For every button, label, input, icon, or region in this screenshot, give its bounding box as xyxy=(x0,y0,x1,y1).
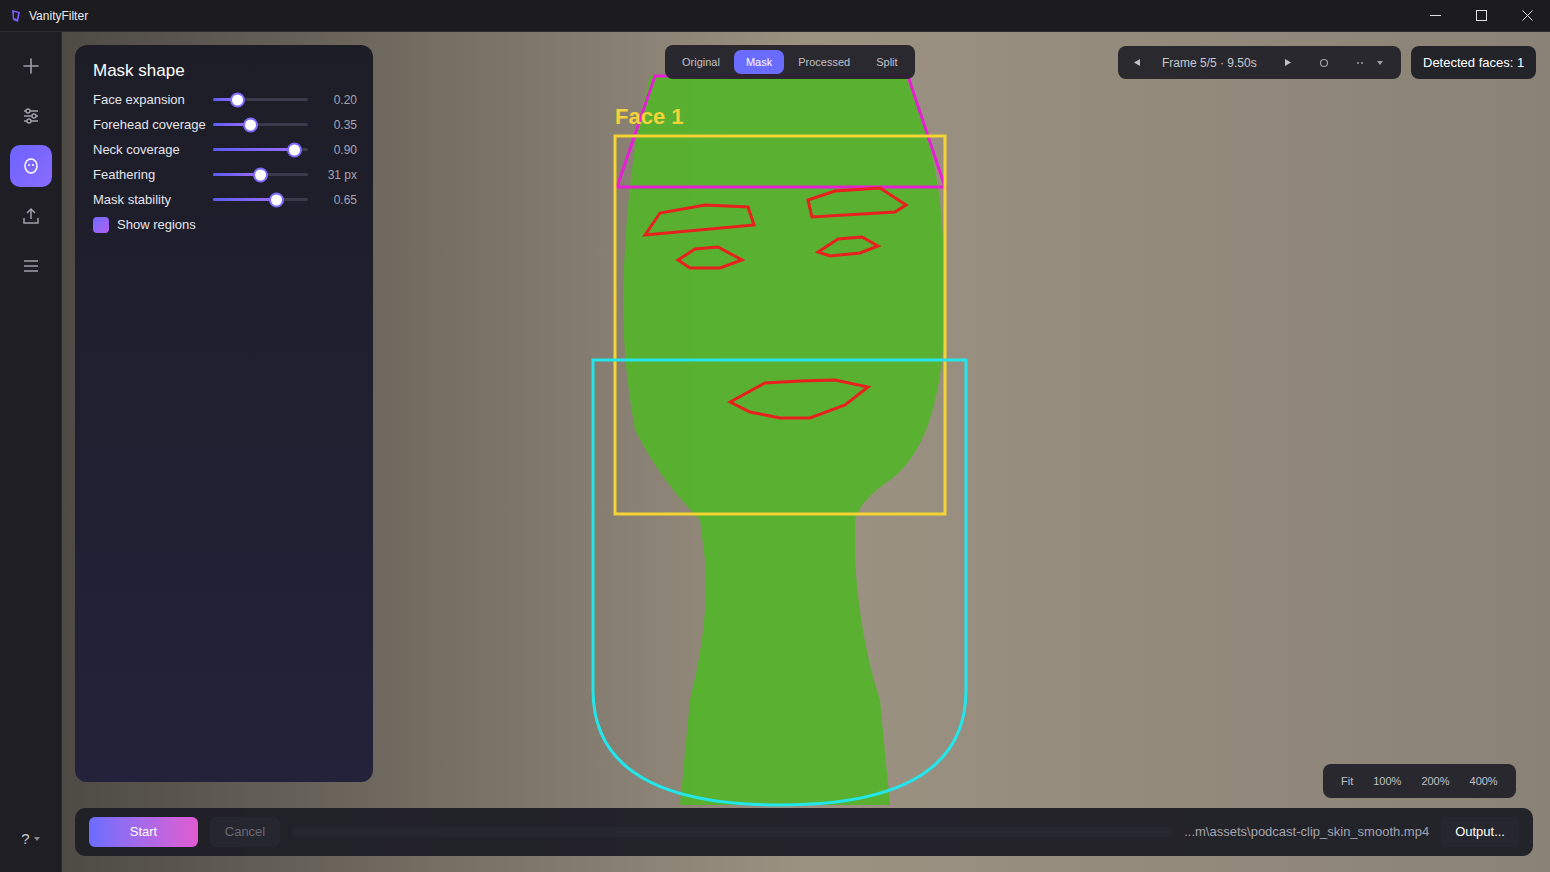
help-label[interactable]: ? xyxy=(21,828,29,851)
minimize-icon[interactable] xyxy=(1412,0,1458,31)
view-tab[interactable]: Split xyxy=(864,50,909,74)
view-tab[interactable]: Mask xyxy=(734,50,784,74)
rail-item[interactable] xyxy=(10,245,52,287)
slider-track[interactable] xyxy=(213,148,308,151)
maximize-icon[interactable] xyxy=(1458,0,1504,31)
close-icon[interactable] xyxy=(1504,0,1550,31)
region-outline xyxy=(730,380,868,418)
zoom-bar: Fit100%200%400% xyxy=(1323,764,1516,798)
sliders-icon xyxy=(20,105,42,127)
slider-reading: 0.65 xyxy=(334,191,357,209)
loop-icon[interactable] xyxy=(1319,58,1329,68)
cancel-button[interactable]: Cancel xyxy=(210,817,280,847)
window-title: VanityFilter xyxy=(29,7,88,25)
region-outline xyxy=(645,205,754,235)
face-label: Face 1 xyxy=(615,104,684,130)
slider-knob[interactable] xyxy=(253,167,268,182)
slider-fill xyxy=(213,198,276,201)
video-frame: Face 1 Mask shape Face expansion 0.20 Forehe… xyxy=(62,32,1550,872)
zoom-button[interactable]: Fit xyxy=(1333,769,1361,793)
slider-knob[interactable] xyxy=(287,142,302,157)
bottom-bar: Start Cancel ...m\assets\podcast-clip_skin… xyxy=(75,808,1533,856)
slider-knob[interactable] xyxy=(269,192,284,207)
main-area: ? Face 1 Mask shape Face expansion 0.20 Foreh… xyxy=(0,32,1550,872)
caret-icon xyxy=(34,837,40,841)
show-regions-label[interactable]: Show regions xyxy=(117,215,196,235)
show-regions-row[interactable]: Show regions xyxy=(93,212,357,238)
rail-item[interactable] xyxy=(10,145,52,187)
view-tabs: OriginalMaskProcessedSplit xyxy=(665,45,915,79)
window-controls xyxy=(1412,0,1550,31)
detected-faces-badge: Detected faces: 1 xyxy=(1411,46,1536,79)
add-icon xyxy=(20,55,42,77)
slider-row: Face expansion 0.20 xyxy=(93,87,357,112)
skin-mask xyxy=(623,76,945,805)
prev-frame-icon[interactable] xyxy=(1134,59,1140,66)
frame-label: Frame 5/5 · 9.50s xyxy=(1162,54,1257,72)
region-outline xyxy=(808,188,906,217)
slider-label: Neck coverage xyxy=(93,140,213,160)
dropdown-icon[interactable] xyxy=(1377,61,1383,65)
face-icon xyxy=(20,155,42,177)
slider-label: Mask stability xyxy=(93,190,213,210)
slider-knob[interactable] xyxy=(230,92,245,107)
output-button[interactable]: Output... xyxy=(1441,817,1519,847)
slider-reading: 0.90 xyxy=(334,141,357,159)
slider-row: Mask stability 0.65 xyxy=(93,187,357,212)
menu-icon xyxy=(20,255,42,277)
nav-rail: ? xyxy=(0,32,62,872)
region-outline xyxy=(818,237,878,256)
progress-track xyxy=(292,827,1172,837)
show-regions-checkbox[interactable] xyxy=(93,217,109,233)
output-path: ...m\assets\podcast-clip_skin_smooth.mp4 xyxy=(1184,822,1429,842)
title-bar: VanityFilter xyxy=(0,0,1550,32)
slider-label: Face expansion xyxy=(93,90,213,110)
zoom-button[interactable]: 100% xyxy=(1365,769,1409,793)
view-tab[interactable]: Processed xyxy=(786,50,862,74)
app-logo-icon xyxy=(10,9,22,23)
panel-title: Mask shape xyxy=(93,59,357,87)
slider-reading: 31 px xyxy=(328,166,357,184)
slider-fill xyxy=(213,148,294,151)
view-tab[interactable]: Original xyxy=(670,50,732,74)
slider-track[interactable] xyxy=(213,198,308,201)
region-outline xyxy=(617,76,945,187)
start-button[interactable]: Start xyxy=(89,817,198,847)
region-outline xyxy=(678,247,742,268)
rail-item[interactable] xyxy=(10,45,52,87)
slider-reading: 0.20 xyxy=(334,91,357,109)
slider-row: Neck coverage 0.90 xyxy=(93,137,357,162)
region-outline xyxy=(593,360,966,805)
export-icon xyxy=(20,205,42,227)
more-icon[interactable] xyxy=(1355,61,1365,65)
rail-item[interactable] xyxy=(10,95,52,137)
zoom-button[interactable]: 400% xyxy=(1462,769,1506,793)
region-outline xyxy=(615,136,945,514)
help-button[interactable]: ? xyxy=(21,828,39,851)
mask-shape-panel: Mask shape Face expansion 0.20 Forehead cov… xyxy=(75,45,373,782)
next-frame-icon[interactable] xyxy=(1285,59,1291,66)
slider-row: Feathering 31 px xyxy=(93,162,357,187)
slider-reading: 0.35 xyxy=(334,116,357,134)
frame-nav: Frame 5/5 · 9.50s xyxy=(1118,46,1401,79)
slider-knob[interactable] xyxy=(243,117,258,132)
slider-track[interactable] xyxy=(213,123,308,126)
slider-label: Forehead coverage xyxy=(93,115,213,135)
title-left: VanityFilter xyxy=(0,7,88,25)
slider-row: Forehead coverage 0.35 xyxy=(93,112,357,137)
slider-label: Feathering xyxy=(93,165,213,185)
slider-track[interactable] xyxy=(213,173,308,176)
slider-track[interactable] xyxy=(213,98,308,101)
zoom-button[interactable]: 200% xyxy=(1413,769,1457,793)
rail-item[interactable] xyxy=(10,195,52,237)
